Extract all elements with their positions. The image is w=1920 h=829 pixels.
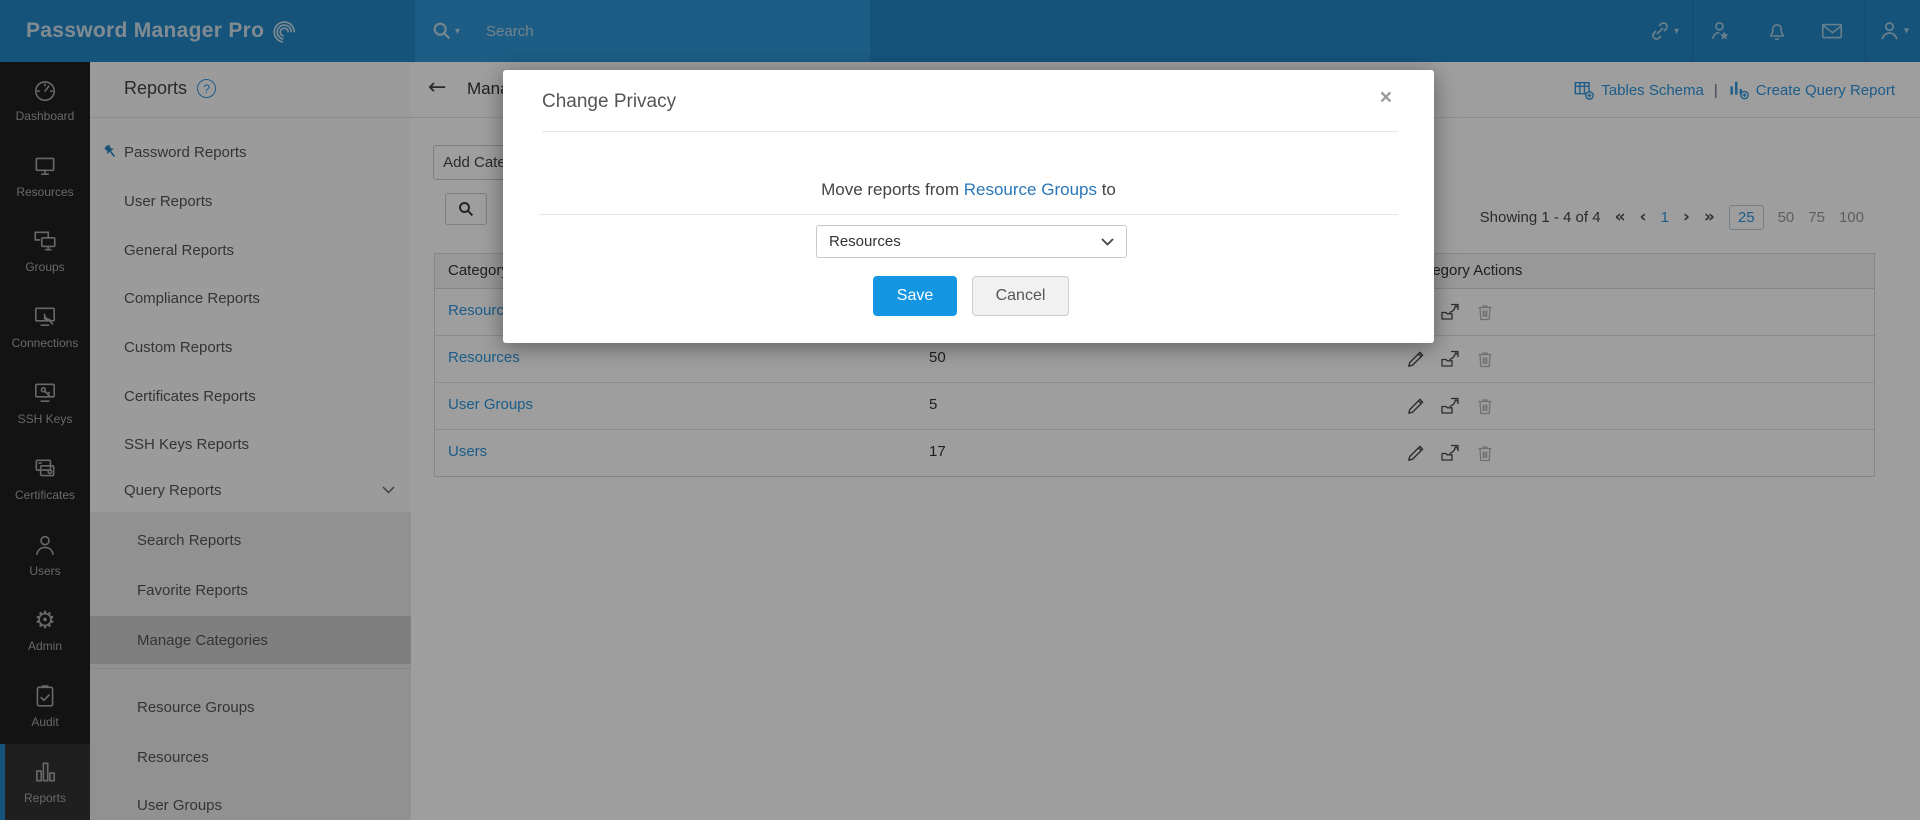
close-icon[interactable]: ×: [1380, 87, 1392, 108]
dialog-content-divider: [539, 214, 1398, 215]
target-category-select[interactable]: Resources: [816, 225, 1127, 258]
save-button[interactable]: Save: [873, 276, 957, 316]
change-privacy-dialog: Change Privacy × Move reports from Resou…: [503, 70, 1434, 343]
dialog-title: Change Privacy: [542, 91, 677, 112]
dialog-message-suffix: to: [1096, 180, 1116, 199]
dialog-message-prefix: Move reports from: [821, 180, 964, 199]
cancel-button[interactable]: Cancel: [972, 276, 1069, 316]
dialog-title-divider: [542, 131, 1398, 132]
selected-option: Resources: [829, 233, 901, 250]
dialog-message: Move reports from Resource Groups to: [503, 180, 1434, 200]
resource-groups-link[interactable]: Resource Groups: [964, 180, 1097, 199]
select-chevron-down-icon: [1101, 237, 1114, 246]
